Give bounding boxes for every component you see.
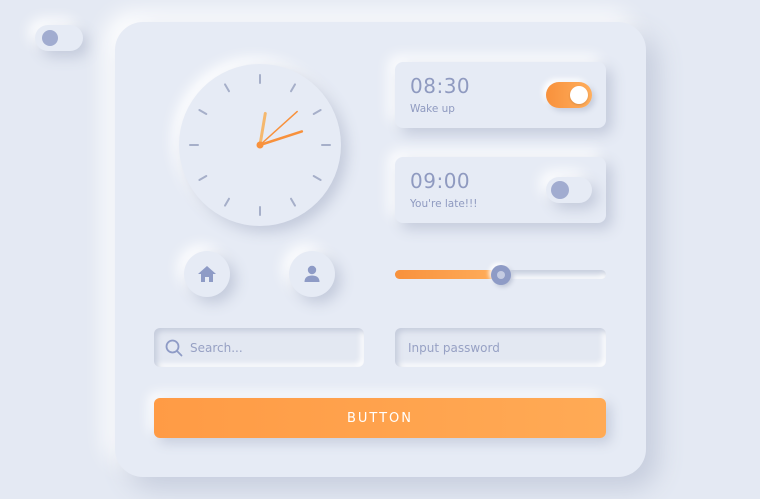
search-icon [165,339,183,357]
clock-tick [198,109,208,115]
search-field [154,328,364,367]
profile-button[interactable] [289,251,335,297]
home-icon [198,266,216,282]
alarm-time: 09:00 [410,169,471,193]
clock-tick [224,197,230,207]
primary-button[interactable]: BUTTON [154,398,606,438]
user-icon [304,265,320,282]
alarm-toggle-1[interactable] [546,82,592,108]
toggle-knob [570,86,588,104]
alarm-time: 08:30 [410,74,471,98]
clock-tick [198,175,208,181]
clock-tick [290,197,296,207]
password-field [395,328,606,367]
clock-tick [290,83,296,93]
clock-face [189,74,331,216]
password-input[interactable] [395,328,606,367]
home-button[interactable] [184,251,230,297]
main-card: 08:30 Wake up 09:00 You're late!!! Searc… [115,22,646,477]
analog-clock [179,64,341,226]
slider-fill [395,270,501,279]
alarm-card-2: 09:00 You're late!!! [395,157,606,223]
toggle-knob [551,181,569,199]
theme-toggle-knob [42,30,58,46]
alarm-label: You're late!!! [410,198,478,210]
clock-tick [312,109,322,115]
clock-tick [224,83,230,93]
clock-center [256,141,264,149]
alarm-toggle-2[interactable] [546,177,592,203]
minute-hand [258,130,304,147]
alarm-label: Wake up [410,103,455,115]
slider-thumb[interactable] [490,265,511,285]
theme-toggle[interactable] [35,25,83,51]
alarm-card-1: 08:30 Wake up [395,62,606,128]
clock-tick [312,175,322,181]
range-slider[interactable] [395,265,606,285]
search-input[interactable] [154,328,364,367]
